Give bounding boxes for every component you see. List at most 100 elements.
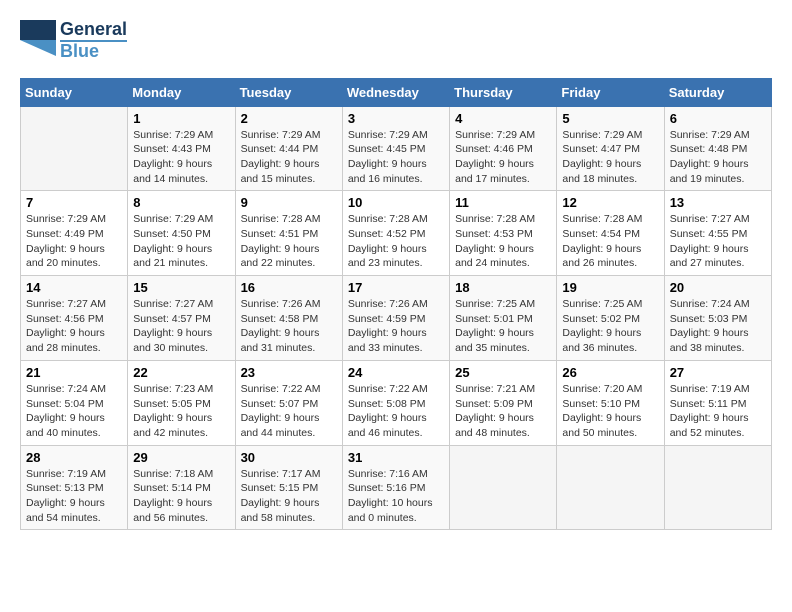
day-number: 21 [26,365,122,380]
day-info: Sunrise: 7:29 AMSunset: 4:46 PMDaylight:… [455,128,551,187]
day-number: 15 [133,280,229,295]
day-number: 5 [562,111,658,126]
day-info: Sunrise: 7:17 AMSunset: 5:15 PMDaylight:… [241,467,337,526]
day-info: Sunrise: 7:29 AMSunset: 4:50 PMDaylight:… [133,212,229,271]
day-number: 9 [241,195,337,210]
day-cell: 3 Sunrise: 7:29 AMSunset: 4:45 PMDaylight… [342,106,449,191]
day-number: 22 [133,365,229,380]
day-cell [557,445,664,530]
day-cell: 23 Sunrise: 7:22 AMSunset: 5:07 PMDayligh… [235,360,342,445]
day-cell: 25 Sunrise: 7:21 AMSunset: 5:09 PMDayligh… [450,360,557,445]
day-info: Sunrise: 7:29 AMSunset: 4:44 PMDaylight:… [241,128,337,187]
day-info: Sunrise: 7:21 AMSunset: 5:09 PMDaylight:… [455,382,551,441]
day-cell: 24Sunrise: 7:22 AMSunset: 5:08 PMDayligh… [342,360,449,445]
day-cell: 12Sunrise: 7:28 AMSunset: 4:54 PMDayligh… [557,191,664,276]
page-header: General Blue [20,20,772,62]
day-cell: 10 Sunrise: 7:28 AMSunset: 4:52 PMDayligh… [342,191,449,276]
day-info: Sunrise: 7:25 AMSunset: 5:01 PMDaylight:… [455,297,551,356]
day-cell: 14Sunrise: 7:27 AMSunset: 4:56 PMDayligh… [21,276,128,361]
day-cell: 5 Sunrise: 7:29 AMSunset: 4:47 PMDaylight… [557,106,664,191]
week-row-4: 28 Sunrise: 7:19 AMSunset: 5:13 PMDayligh… [21,445,772,530]
logo: General Blue [20,20,127,62]
day-cell: 29Sunrise: 7:18 AMSunset: 5:14 PMDayligh… [128,445,235,530]
day-info: Sunrise: 7:28 AMSunset: 4:51 PMDaylight:… [241,212,337,271]
day-cell: 16 Sunrise: 7:26 AMSunset: 4:58 PMDayligh… [235,276,342,361]
day-cell: 9 Sunrise: 7:28 AMSunset: 4:51 PMDaylight… [235,191,342,276]
week-row-2: 14Sunrise: 7:27 AMSunset: 4:56 PMDayligh… [21,276,772,361]
logo-text-block: General Blue [20,20,127,62]
week-row-3: 21 Sunrise: 7:24 AMSunset: 5:04 PMDayligh… [21,360,772,445]
header-row: SundayMondayTuesdayWednesdayThursdayFrid… [21,78,772,106]
day-info: Sunrise: 7:29 AMSunset: 4:45 PMDaylight:… [348,128,444,187]
day-info: Sunrise: 7:29 AMSunset: 4:47 PMDaylight:… [562,128,658,187]
day-number: 16 [241,280,337,295]
day-cell: 4Sunrise: 7:29 AMSunset: 4:46 PMDaylight… [450,106,557,191]
day-number: 13 [670,195,766,210]
day-info: Sunrise: 7:19 AMSunset: 5:11 PMDaylight:… [670,382,766,441]
day-cell: 15 Sunrise: 7:27 AMSunset: 4:57 PMDayligh… [128,276,235,361]
day-cell [21,106,128,191]
day-cell [664,445,771,530]
logo-blue: Blue [60,40,127,62]
day-info: Sunrise: 7:20 AMSunset: 5:10 PMDaylight:… [562,382,658,441]
calendar-header: SundayMondayTuesdayWednesdayThursdayFrid… [21,78,772,106]
day-cell: 13 Sunrise: 7:27 AMSunset: 4:55 PMDayligh… [664,191,771,276]
day-info: Sunrise: 7:19 AMSunset: 5:13 PMDaylight:… [26,467,122,526]
day-number: 17 [348,280,444,295]
day-info: Sunrise: 7:23 AMSunset: 5:05 PMDaylight:… [133,382,229,441]
day-cell: 21 Sunrise: 7:24 AMSunset: 5:04 PMDayligh… [21,360,128,445]
day-number: 27 [670,365,766,380]
day-info: Sunrise: 7:25 AMSunset: 5:02 PMDaylight:… [562,297,658,356]
day-number: 19 [562,280,658,295]
day-number: 28 [26,450,122,465]
day-cell: 17 Sunrise: 7:26 AMSunset: 4:59 PMDayligh… [342,276,449,361]
day-cell: 2 Sunrise: 7:29 AMSunset: 4:44 PMDaylight… [235,106,342,191]
header-monday: Monday [128,78,235,106]
day-cell: 1 Sunrise: 7:29 AMSunset: 4:43 PMDaylight… [128,106,235,191]
day-info: Sunrise: 7:27 AMSunset: 4:57 PMDaylight:… [133,297,229,356]
day-number: 26 [562,365,658,380]
day-cell: 6Sunrise: 7:29 AMSunset: 4:48 PMDaylight… [664,106,771,191]
day-info: Sunrise: 7:29 AMSunset: 4:49 PMDaylight:… [26,212,122,271]
day-number: 20 [670,280,766,295]
day-cell: 28 Sunrise: 7:19 AMSunset: 5:13 PMDayligh… [21,445,128,530]
day-cell: 31Sunrise: 7:16 AMSunset: 5:16 PMDayligh… [342,445,449,530]
day-number: 24 [348,365,444,380]
day-cell: 8Sunrise: 7:29 AMSunset: 4:50 PMDaylight… [128,191,235,276]
header-thursday: Thursday [450,78,557,106]
week-row-0: 1 Sunrise: 7:29 AMSunset: 4:43 PMDaylight… [21,106,772,191]
calendar-table: SundayMondayTuesdayWednesdayThursdayFrid… [20,78,772,531]
day-info: Sunrise: 7:28 AMSunset: 4:54 PMDaylight:… [562,212,658,271]
day-number: 14 [26,280,122,295]
day-info: Sunrise: 7:27 AMSunset: 4:55 PMDaylight:… [670,212,766,271]
day-cell: 22 Sunrise: 7:23 AMSunset: 5:05 PMDayligh… [128,360,235,445]
day-number: 10 [348,195,444,210]
day-number: 25 [455,365,551,380]
day-info: Sunrise: 7:29 AMSunset: 4:48 PMDaylight:… [670,128,766,187]
day-number: 30 [241,450,337,465]
day-number: 18 [455,280,551,295]
day-cell [450,445,557,530]
day-number: 29 [133,450,229,465]
day-info: Sunrise: 7:28 AMSunset: 4:52 PMDaylight:… [348,212,444,271]
week-row-1: 7 Sunrise: 7:29 AMSunset: 4:49 PMDaylight… [21,191,772,276]
day-info: Sunrise: 7:22 AMSunset: 5:07 PMDaylight:… [241,382,337,441]
day-cell: 27 Sunrise: 7:19 AMSunset: 5:11 PMDayligh… [664,360,771,445]
header-friday: Friday [557,78,664,106]
day-number: 1 [133,111,229,126]
day-number: 2 [241,111,337,126]
day-number: 3 [348,111,444,126]
day-info: Sunrise: 7:28 AMSunset: 4:53 PMDaylight:… [455,212,551,271]
day-info: Sunrise: 7:26 AMSunset: 4:59 PMDaylight:… [348,297,444,356]
header-tuesday: Tuesday [235,78,342,106]
day-info: Sunrise: 7:29 AMSunset: 4:43 PMDaylight:… [133,128,229,187]
day-number: 7 [26,195,122,210]
logo-general: General [60,20,127,40]
day-cell: 30 Sunrise: 7:17 AMSunset: 5:15 PMDayligh… [235,445,342,530]
day-number: 23 [241,365,337,380]
day-cell: 19 Sunrise: 7:25 AMSunset: 5:02 PMDayligh… [557,276,664,361]
day-info: Sunrise: 7:26 AMSunset: 4:58 PMDaylight:… [241,297,337,356]
day-info: Sunrise: 7:24 AMSunset: 5:04 PMDaylight:… [26,382,122,441]
day-info: Sunrise: 7:24 AMSunset: 5:03 PMDaylight:… [670,297,766,356]
header-sunday: Sunday [21,78,128,106]
